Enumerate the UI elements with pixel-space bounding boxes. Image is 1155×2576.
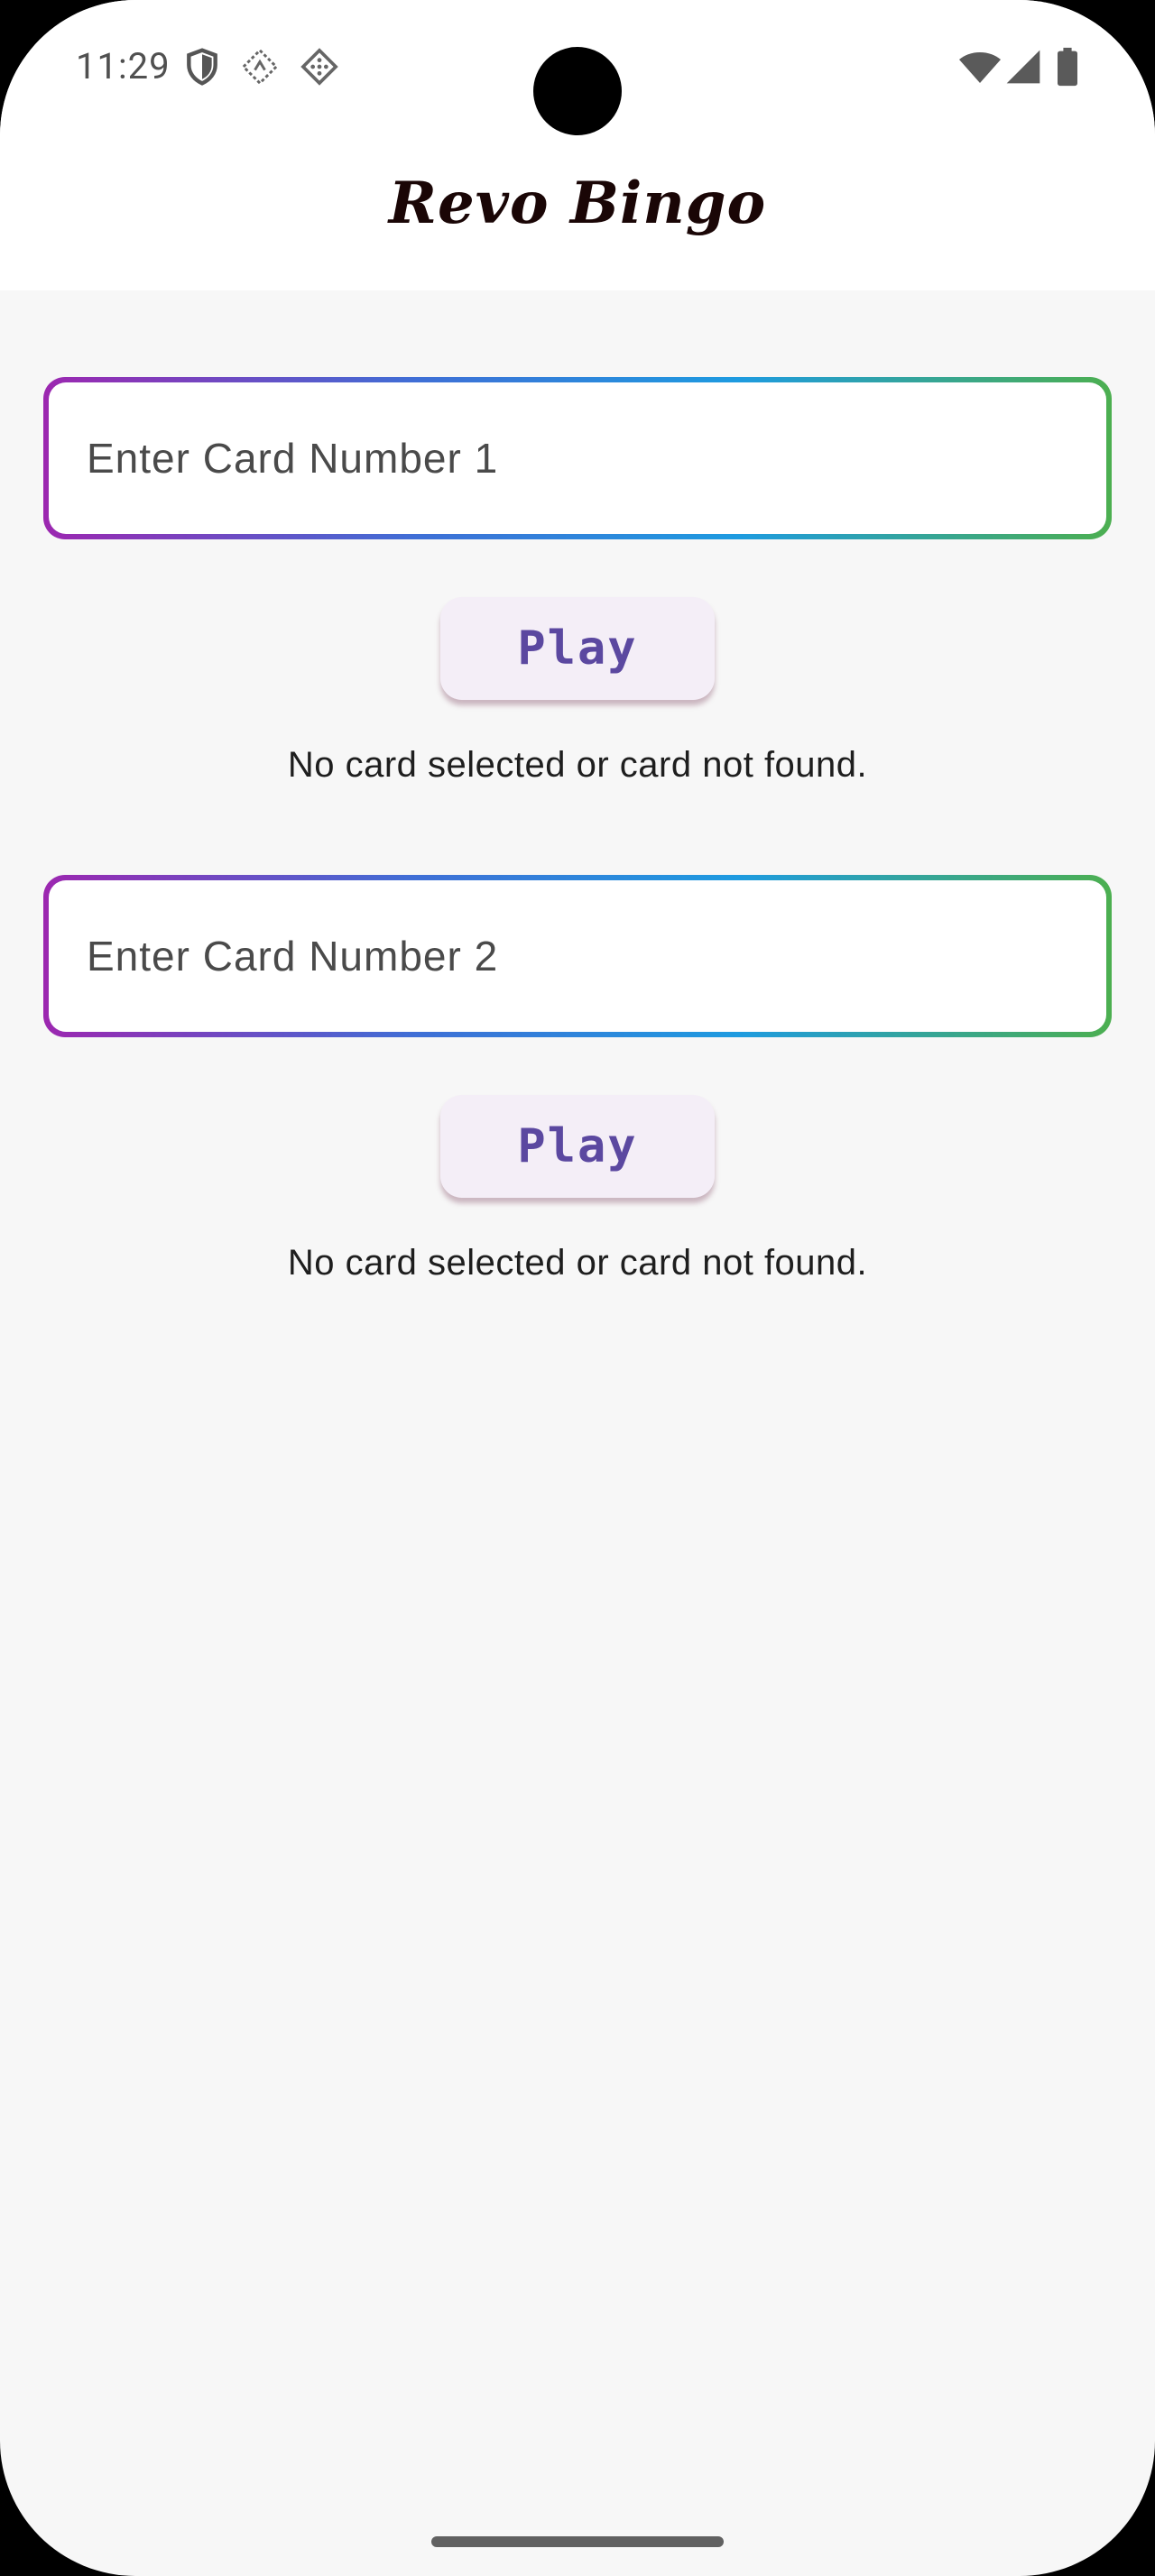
card-number-1-field-inner (49, 382, 1106, 534)
status-bar: 11:29 (0, 0, 1155, 135)
card-1-status-text: No card selected or card not found. (287, 745, 868, 785)
status-time: 11:29 (76, 45, 171, 87)
app-title: Revo Bingo (388, 170, 767, 237)
app-screen: 11:29 Revo Bingo Enter Card Number 1 Pla… (0, 0, 1155, 2576)
play-button-1[interactable]: Play (440, 597, 715, 700)
home-indicator[interactable] (431, 2536, 724, 2547)
signal-icon (1003, 47, 1043, 87)
play-button-2-label: Play (517, 1119, 638, 1173)
card-number-1-input[interactable] (85, 433, 1106, 483)
wifi-icon (958, 47, 1002, 87)
card-2-status-text: No card selected or card not found. (287, 1243, 868, 1283)
header-area: 11:29 Revo Bingo (0, 0, 1155, 290)
camera-cutout (533, 47, 622, 135)
card-number-2-input[interactable] (85, 931, 1106, 981)
card-number-2-field-inner (49, 880, 1106, 1032)
battery-icon (1054, 47, 1081, 87)
dice-icon (300, 47, 339, 87)
sync-diamond-icon (240, 47, 280, 87)
shield-icon (182, 47, 222, 87)
play-button-1-label: Play (517, 621, 638, 676)
play-button-2[interactable]: Play (440, 1095, 715, 1198)
card-number-1-field[interactable] (43, 377, 1112, 539)
card-number-2-field[interactable] (43, 875, 1112, 1037)
